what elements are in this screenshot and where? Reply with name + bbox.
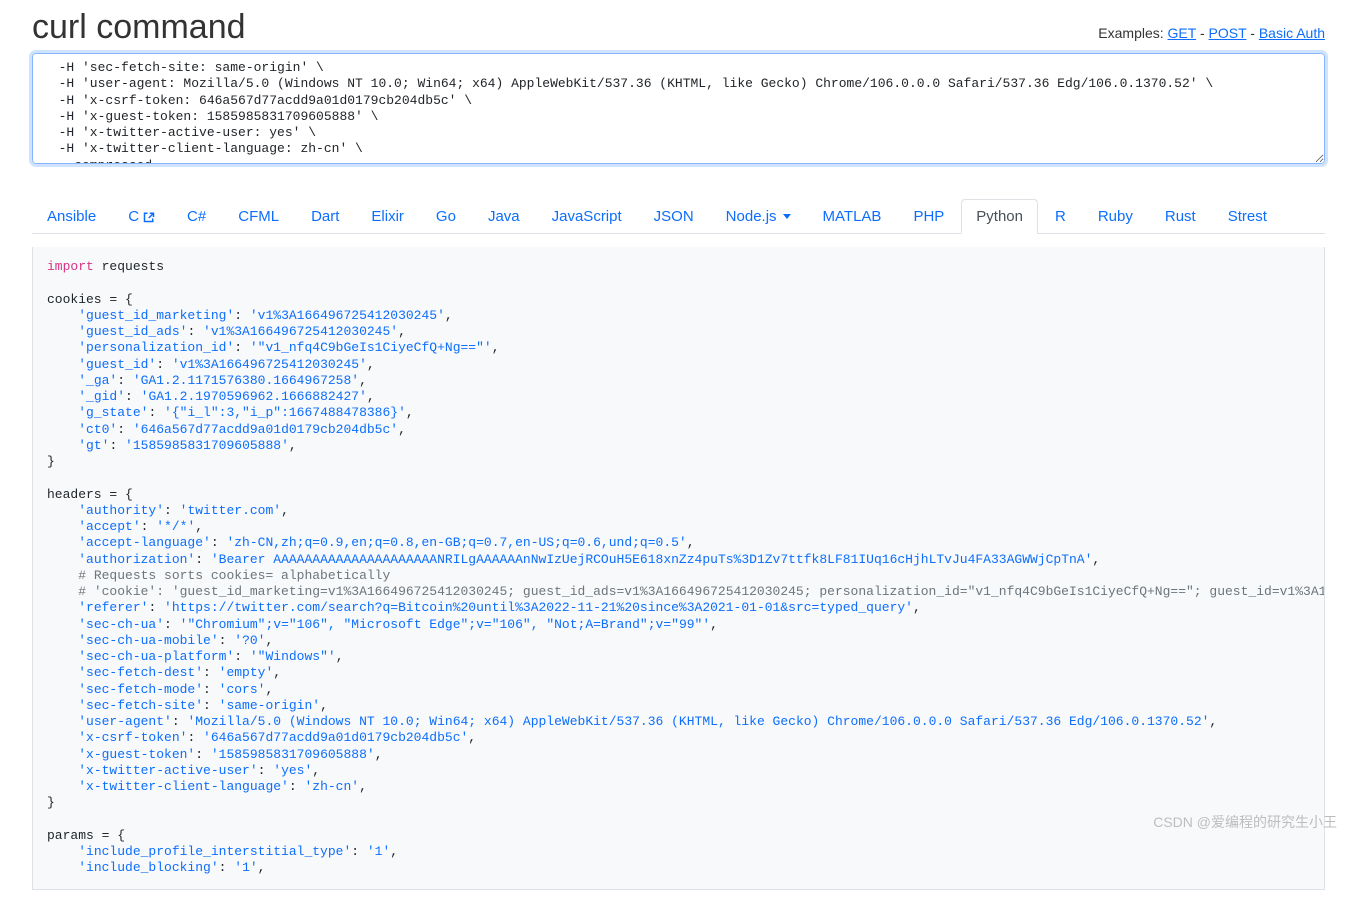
tab-json[interactable]: JSON bbox=[639, 199, 709, 234]
curl-input[interactable] bbox=[32, 53, 1325, 164]
example-link-basicauth[interactable]: Basic Auth bbox=[1259, 25, 1325, 41]
tab-label: Dart bbox=[311, 208, 339, 225]
tab-r[interactable]: R bbox=[1040, 199, 1081, 234]
tab-label: Strest bbox=[1228, 208, 1267, 225]
tab-c[interactable]: C# bbox=[172, 199, 221, 234]
tab-label: Java bbox=[488, 208, 520, 225]
tab-label: JavaScript bbox=[552, 208, 622, 225]
tab-nodejs[interactable]: Node.js bbox=[711, 199, 806, 234]
examples-block: Examples: GET - POST - Basic Auth bbox=[1098, 25, 1325, 41]
tab-elixir[interactable]: Elixir bbox=[356, 199, 419, 234]
tab-label: C# bbox=[187, 208, 206, 225]
page-title: curl command bbox=[32, 8, 246, 47]
tab-label: R bbox=[1055, 208, 1066, 225]
tab-go[interactable]: Go bbox=[421, 199, 471, 234]
tab-label: CFML bbox=[238, 208, 279, 225]
tab-label: MATLAB bbox=[823, 208, 882, 225]
tab-python[interactable]: Python bbox=[961, 199, 1038, 234]
tab-ansible[interactable]: Ansible bbox=[32, 199, 111, 234]
tab-label: Rust bbox=[1165, 208, 1196, 225]
example-link-post[interactable]: POST bbox=[1209, 25, 1247, 41]
tab-cfml[interactable]: CFML bbox=[223, 199, 294, 234]
tab-java[interactable]: Java bbox=[473, 199, 535, 234]
tab-label: Python bbox=[976, 208, 1023, 225]
external-link-icon bbox=[143, 211, 155, 223]
chevron-down-icon bbox=[783, 214, 791, 219]
tab-label: JSON bbox=[654, 208, 694, 225]
tab-rust[interactable]: Rust bbox=[1150, 199, 1211, 234]
examples-label: Examples: bbox=[1098, 25, 1163, 41]
language-tabs: Ansible C C# CFML Dart Elixir Go Java JavaScript… bbox=[32, 199, 1325, 234]
tab-label: PHP bbox=[913, 208, 944, 225]
tab-php[interactable]: PHP bbox=[898, 199, 959, 234]
tab-c[interactable]: C bbox=[113, 199, 170, 234]
tab-ruby[interactable]: Ruby bbox=[1083, 199, 1148, 234]
tab-label: Go bbox=[436, 208, 456, 225]
code-output: import requests cookies = { 'guest_id_ma… bbox=[32, 247, 1325, 890]
tab-label: Node.js bbox=[726, 208, 777, 225]
tab-javascript[interactable]: JavaScript bbox=[537, 199, 637, 234]
example-link-get[interactable]: GET bbox=[1168, 25, 1197, 41]
tab-label: Ruby bbox=[1098, 208, 1133, 225]
tab-label: C bbox=[128, 208, 139, 225]
tab-label: Ansible bbox=[47, 208, 96, 225]
tab-strest[interactable]: Strest bbox=[1213, 199, 1282, 234]
tab-dart[interactable]: Dart bbox=[296, 199, 354, 234]
tab-matlab[interactable]: MATLAB bbox=[808, 199, 897, 234]
tab-label: Elixir bbox=[371, 208, 404, 225]
